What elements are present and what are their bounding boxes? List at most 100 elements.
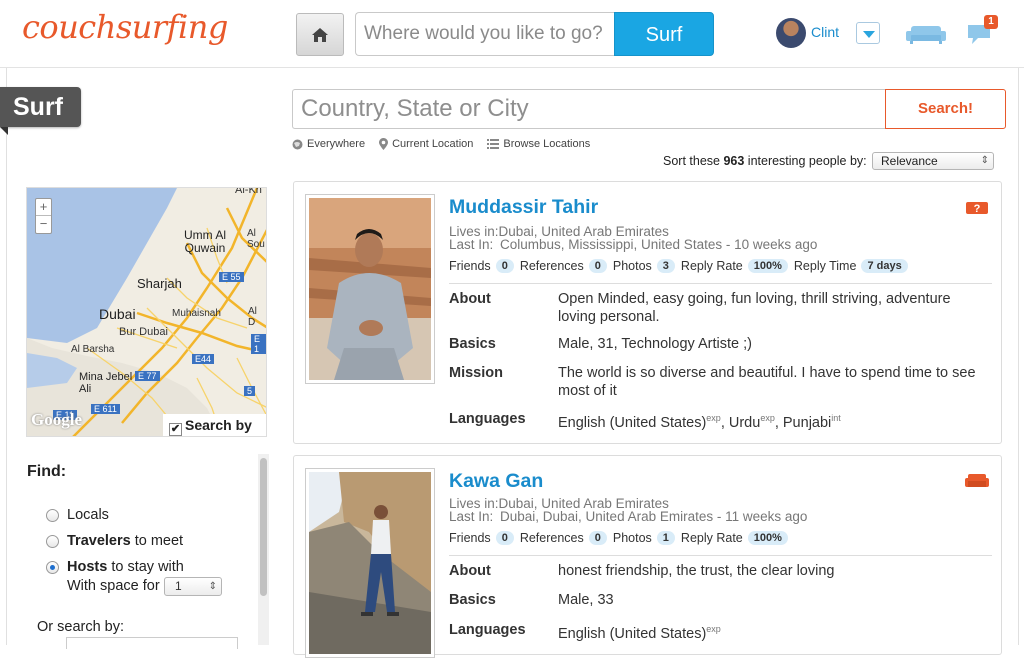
profile-stats: Friends 0 References 0 Photos 1 Reply Rate 1… [449, 531, 794, 545]
mission-label: Mission [449, 365, 503, 381]
last-in-label: Last In: [449, 237, 494, 252]
user-menu-dropdown-button[interactable] [856, 22, 880, 44]
couch-icon[interactable] [905, 24, 947, 44]
user-name-link[interactable]: Clint [811, 24, 839, 40]
languages-label: Languages [449, 622, 526, 638]
zoom-in-button[interactable]: + [36, 199, 51, 216]
sort-select[interactable]: Relevance [872, 152, 994, 170]
last-in-value: Dubai, Dubai, United Arab Emirates - 11 … [500, 509, 808, 524]
language: Punjabi [782, 414, 832, 431]
notification-count-badge: 1 [984, 15, 998, 29]
or-search-by-label: Or search by: [37, 619, 125, 635]
search-button[interactable]: Search! [885, 89, 1006, 129]
map[interactable]: + − Al-Kh Umm Al Quwain Al Sou Sharjah E… [26, 187, 267, 437]
list-icon [487, 139, 500, 149]
browse-locations-link[interactable]: Browse Locations [487, 138, 590, 150]
map-label: Dubai [99, 306, 136, 322]
photos-count: 3 [656, 259, 675, 273]
map-label: Al D [248, 306, 257, 328]
google-watermark: Google [31, 410, 82, 429]
scrollbar-thumb[interactable] [260, 458, 267, 596]
surf-section-tag: Surf [0, 87, 81, 127]
maybe-couch-icon: ? [966, 202, 988, 215]
map-label: E44 [192, 354, 215, 364]
checkbox-checked-icon[interactable]: ✔ [169, 423, 182, 436]
stat-label: Friends [449, 259, 491, 273]
find-option-locals[interactable]: Locals [46, 507, 109, 523]
option-bold-label: Travelers [67, 533, 131, 549]
last-in-value: Columbus, Mississippi, United States - 1… [500, 237, 818, 252]
profile-name-link[interactable]: Kawa Gan [449, 470, 543, 493]
map-label: Al Barsha [71, 344, 115, 355]
svg-text:?: ? [974, 203, 981, 215]
zoom-out-button[interactable]: − [36, 216, 51, 233]
about-value: Open Minded, easy going, fun loving, thr… [558, 291, 951, 325]
option-label: Locals [67, 507, 109, 523]
couchsurfing-logo[interactable]: couchsurfing [22, 8, 228, 46]
map-zoom-control[interactable]: + − [35, 198, 52, 234]
friends-count: 0 [495, 259, 514, 273]
reply-rate: 100% [747, 259, 788, 273]
everywhere-link[interactable]: Everywhere [292, 138, 365, 150]
search-by-input[interactable] [66, 637, 238, 649]
friends-count: 0 [495, 531, 514, 545]
languages-value: English (United States)exp [558, 620, 990, 643]
language: English (United States) [558, 414, 707, 431]
language-level: exp [706, 624, 721, 634]
profile-photo[interactable] [305, 194, 435, 384]
destination-search-input[interactable]: Where would you like to go? [355, 12, 615, 56]
profile-photo[interactable] [305, 468, 435, 658]
sort-suffix: interesting people by: [744, 154, 867, 168]
browse-locations-label: Browse Locations [503, 138, 591, 150]
profile-stats: Friends 0 References 0 Photos 3 Reply Rate 1… [449, 259, 914, 273]
map-label: E 77 [135, 371, 160, 381]
stat-label: Photos [612, 531, 652, 545]
page-frame-right [1018, 68, 1019, 645]
radio-button-selected[interactable] [46, 560, 59, 574]
language-level: int [831, 413, 841, 423]
about-label: About [449, 563, 491, 579]
surf-button[interactable]: Surf [614, 12, 714, 56]
page-frame-left [6, 68, 7, 645]
map-roads [27, 188, 266, 436]
stat-label: References [519, 259, 584, 273]
find-title: Find: [27, 463, 67, 480]
basics-label: Basics [449, 592, 496, 608]
result-count: 963 [723, 154, 745, 168]
search-by-map-checkbox[interactable]: ✔Search by map [163, 414, 266, 436]
languages-value: English (United States)exp, Urduexp, Pun… [558, 413, 841, 431]
space-for-label: With space for [67, 578, 160, 594]
map-label: Muhaisnah [172, 308, 221, 319]
tag-fold [0, 127, 8, 135]
about-label: About [449, 291, 491, 307]
divider [449, 283, 992, 284]
radio-button[interactable] [46, 534, 59, 548]
globe-icon [292, 139, 303, 149]
avatar[interactable] [776, 18, 806, 48]
profile-name-link[interactable]: Muddassir Tahir [449, 196, 598, 219]
couch-icon [965, 474, 989, 487]
map-label: Mina Jebel Ali [79, 371, 133, 395]
home-button[interactable] [296, 13, 344, 56]
divider [449, 555, 992, 556]
stat-label: Photos [612, 259, 652, 273]
map-label: Bur Dubai [119, 326, 168, 338]
languages-label: Languages [449, 411, 526, 427]
space-for-select[interactable]: 1 [164, 577, 222, 596]
result-card: Kawa Gan Lives in:Dubai, United Arab Emi… [293, 455, 1002, 658]
option-bold-label: Hosts [67, 559, 108, 575]
find-option-travelers[interactable]: Travelers to meet [46, 533, 183, 549]
references-count: 0 [588, 531, 607, 545]
stat-label: Reply Time [793, 259, 857, 273]
home-icon [312, 27, 328, 42]
reply-time: 7 days [861, 259, 908, 273]
current-location-link[interactable]: Current Location [379, 138, 473, 150]
find-option-hosts[interactable]: Hosts to stay with [46, 559, 184, 575]
last-in-label: Last In: [449, 509, 494, 524]
map-label: Sharjah [137, 276, 182, 291]
location-search-input[interactable]: Country, State or City [292, 89, 886, 129]
radio-button[interactable] [46, 508, 59, 522]
result-card: Muddassir Tahir ? Lives in:Dubai, United… [293, 181, 1002, 444]
everywhere-label: Everywhere [307, 138, 366, 150]
sidebar-scrollbar[interactable] [258, 454, 269, 645]
